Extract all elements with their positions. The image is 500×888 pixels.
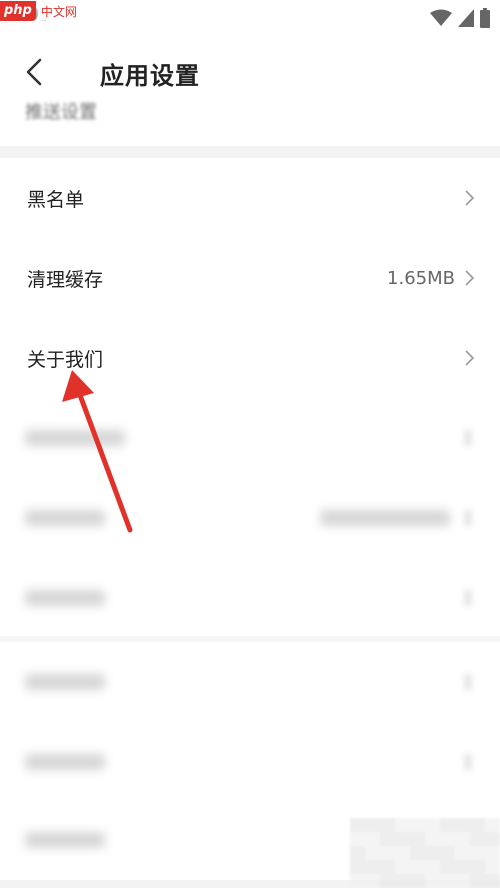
blurred-label: [25, 674, 105, 690]
blurred-chevron: [464, 590, 472, 606]
blurred-row[interactable]: [0, 558, 500, 638]
status-bar: 5:03 php 中文网: [0, 0, 500, 36]
settings-row-label: 清理缓存: [27, 268, 104, 291]
blurred-label: [25, 430, 125, 446]
blurred-chevron: [464, 674, 472, 690]
section-separator: [0, 146, 500, 158]
wifi-icon: [430, 9, 452, 26]
blurred-label: [25, 832, 105, 848]
settings-row-clear-cache[interactable]: 清理缓存 1.65MB: [0, 238, 500, 318]
blurred-chevron: [464, 754, 472, 770]
blurred-row[interactable]: [0, 478, 500, 558]
chevron-right-icon: [465, 270, 474, 286]
chevron-right-icon: [465, 350, 474, 366]
ghost-row-label: 推送设置: [25, 102, 97, 123]
blurred-label: [25, 510, 105, 526]
back-button[interactable]: [14, 52, 54, 92]
status-icons: [430, 8, 490, 28]
blurred-chevron: [464, 430, 472, 446]
cache-size-value: 1.65MB: [387, 267, 455, 289]
battery-icon: [480, 8, 490, 28]
settings-row-blacklist[interactable]: 黑名单: [0, 158, 500, 238]
settings-row-label: 关于我们: [27, 348, 104, 371]
blurred-chevron: [464, 510, 472, 526]
watermark-site: 中文网: [38, 2, 79, 20]
blurred-row[interactable]: [0, 398, 500, 478]
watermark-badge: php: [0, 1, 36, 21]
blurred-row[interactable]: [0, 722, 500, 802]
blurred-row[interactable]: [0, 642, 500, 722]
page-title: 应用设置: [100, 62, 200, 90]
watermark-logo: php 中文网: [0, 0, 79, 22]
chevron-left-icon: [26, 58, 42, 86]
blurred-label: [25, 754, 105, 770]
signal-icon: [458, 9, 474, 27]
blurred-label: [25, 590, 105, 606]
chevron-right-icon: [465, 190, 474, 206]
blurred-value: [320, 510, 450, 526]
settings-row-about-us[interactable]: 关于我们: [0, 318, 500, 398]
settings-row-label: 黑名单: [27, 188, 85, 211]
pixelated-watermark: [350, 818, 500, 888]
